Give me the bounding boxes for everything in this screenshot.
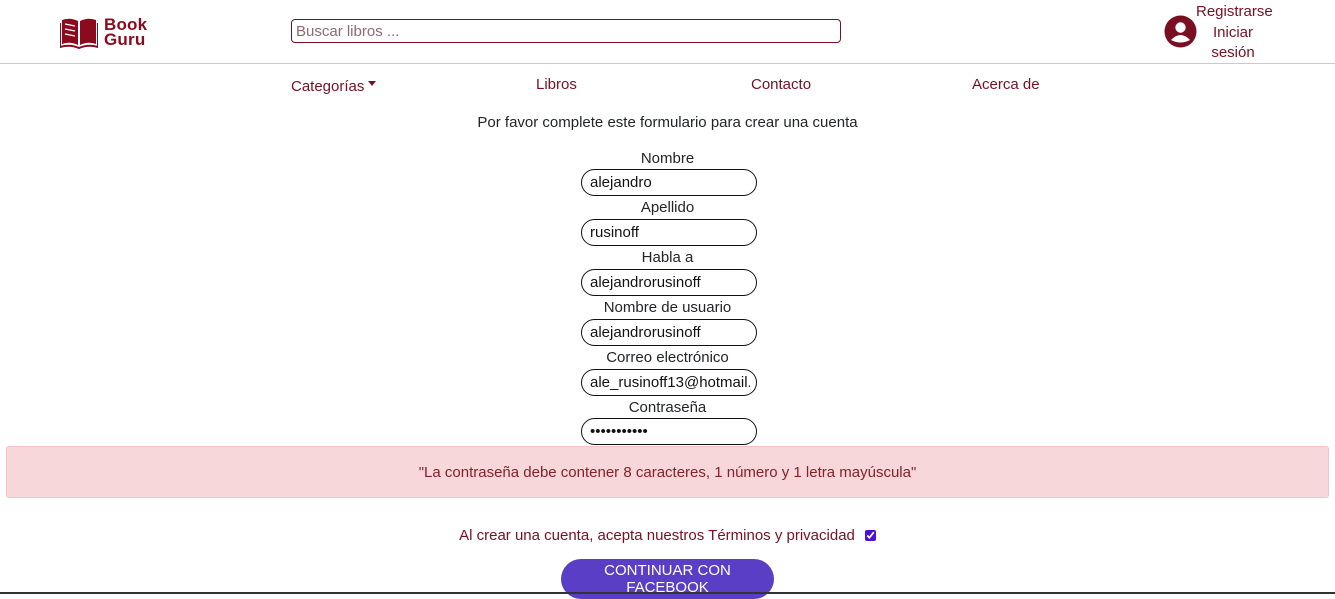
address-field[interactable] <box>581 269 757 296</box>
first-name-field[interactable] <box>581 169 757 196</box>
nav-contact[interactable]: Contacto <box>751 76 811 93</box>
form-title: Por favor complete este formulario para … <box>477 114 858 131</box>
username-field[interactable] <box>581 319 757 346</box>
caret-down-icon <box>368 80 377 86</box>
password-field[interactable] <box>581 418 757 445</box>
password-error-alert: "La contraseña debe contener 8 caractere… <box>6 446 1329 498</box>
header-divider <box>0 63 1335 64</box>
nav-categories-dropdown[interactable]: Categorías <box>291 78 377 95</box>
auth-links: Registrarse Iniciar sesión <box>1196 2 1273 64</box>
last-name-label: Apellido <box>640 199 695 216</box>
login-label-line2: sesión <box>1211 44 1255 61</box>
search-input[interactable] <box>291 19 841 43</box>
nav-categories-label: Categorías <box>291 78 365 95</box>
first-name-label: Nombre <box>640 150 695 167</box>
username-label: Nombre de usuario <box>603 299 732 316</box>
brand-name: Book Guru <box>104 16 147 49</box>
open-book-icon <box>60 18 98 49</box>
last-name-field[interactable] <box>581 219 757 246</box>
login-label-line1: Iniciar <box>1212 23 1253 41</box>
user-circle-icon[interactable] <box>1164 15 1197 48</box>
password-label: Contraseña <box>628 399 707 416</box>
brand-name-line2: Guru <box>104 30 146 49</box>
alert-message: "La contraseña debe contener 8 caractere… <box>418 463 917 481</box>
address-label: Habla a <box>641 249 694 266</box>
login-link[interactable]: Iniciar sesión <box>1196 23 1270 64</box>
email-label: Correo electrónico <box>606 349 729 366</box>
brand-logo[interactable]: Book Guru <box>60 14 155 50</box>
email-field[interactable] <box>581 369 757 396</box>
terms-checkbox[interactable] <box>864 530 876 541</box>
terms-text: Al crear una cuenta, acepta nuestros Tér… <box>459 527 855 544</box>
nav-about[interactable]: Acerca de <box>972 76 1040 93</box>
register-link[interactable]: Registrarse <box>1196 2 1273 23</box>
terms-row: Al crear una cuenta, acepta nuestros Tér… <box>0 527 1335 544</box>
nav-books[interactable]: Libros <box>536 76 577 93</box>
